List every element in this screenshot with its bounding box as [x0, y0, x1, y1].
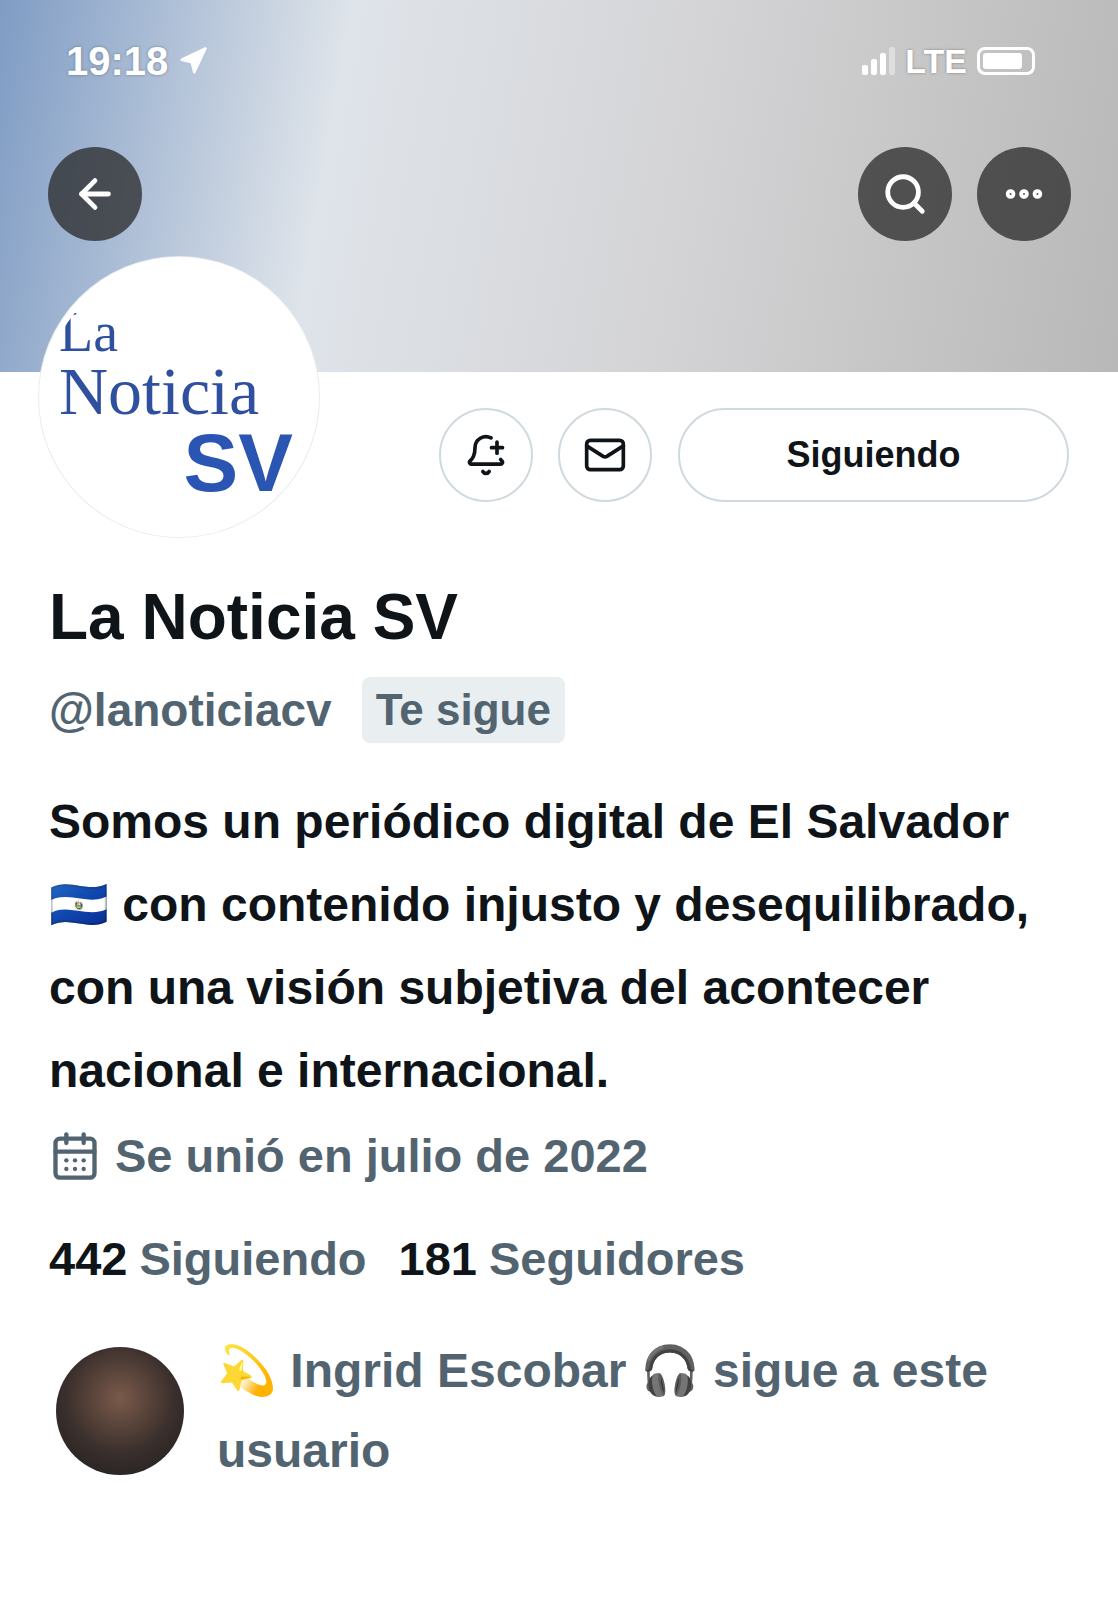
- profile-actions: Siguiendo: [439, 408, 1069, 502]
- banner-actions: [858, 147, 1071, 241]
- profile-avatar[interactable]: LaNoticiaSV: [39, 257, 319, 537]
- back-button[interactable]: [48, 147, 142, 241]
- joined-row: Se unió en julio de 2022: [49, 1126, 1078, 1186]
- status-right: LTE: [862, 42, 1035, 81]
- banner-nav: [48, 147, 1071, 241]
- more-button[interactable]: [977, 147, 1071, 241]
- follower-avatar: [56, 1347, 184, 1475]
- network-type: LTE: [905, 42, 967, 81]
- profile-handle: @lanoticiacv: [49, 681, 332, 739]
- stat-label: Siguiendo: [139, 1229, 366, 1289]
- mail-icon: [583, 433, 627, 477]
- status-bar: 19:18 LTE: [48, 40, 1071, 82]
- profile-top: LaNoticiaSV Siguiendo: [0, 257, 1118, 537]
- logo-line: Noticia: [59, 359, 299, 424]
- message-button[interactable]: [558, 408, 652, 502]
- logo-line: La: [59, 306, 299, 359]
- stat-count: 442: [49, 1229, 127, 1289]
- search-icon: [882, 171, 928, 217]
- signal-bar: [889, 47, 895, 75]
- profile-page: 19:18LTELaNoticiaSVSiguiendoLa Noticia S…: [0, 0, 1118, 1600]
- battery-fill: [983, 53, 1022, 69]
- arrow-left-icon: [72, 171, 118, 217]
- profile-bio: Somos un periódico digital de El Salvado…: [49, 780, 1078, 1112]
- logo-line: SV: [184, 424, 293, 502]
- signal-bar: [871, 59, 877, 75]
- profile-name: La Noticia SV: [49, 579, 1078, 656]
- calendar-icon: [49, 1130, 101, 1182]
- signal-icon: [862, 47, 895, 75]
- stat-count: 181: [399, 1229, 477, 1289]
- stat-link[interactable]: 442Siguiendo: [49, 1229, 367, 1289]
- followed-by[interactable]: 💫 Ingrid Escobar 🎧 sigue a este usuario: [49, 1331, 1078, 1491]
- handle-row: @lanoticiacv Te sigue: [49, 677, 1078, 743]
- bell-plus-icon: [464, 433, 508, 477]
- follows-you-badge: Te sigue: [362, 677, 565, 743]
- followed-by-text: 💫 Ingrid Escobar 🎧 sigue a este usuario: [217, 1331, 1038, 1491]
- profile-info: La Noticia SV @lanoticiacv Te sigue Somos u…: [0, 537, 1118, 1491]
- search-button[interactable]: [858, 147, 952, 241]
- stats-row: 442Siguiendo 181Seguidores: [49, 1229, 1078, 1289]
- stat-link[interactable]: 181Seguidores: [399, 1229, 745, 1289]
- location-icon: [178, 46, 208, 76]
- avatar-logo: LaNoticiaSV: [59, 306, 299, 502]
- follow-button[interactable]: Siguiendo: [678, 408, 1069, 502]
- stat-label: Seguidores: [489, 1229, 745, 1289]
- signal-bar: [862, 65, 868, 75]
- notify-button[interactable]: [439, 408, 533, 502]
- signal-bar: [880, 53, 886, 75]
- joined-date: Se unió en julio de 2022: [115, 1126, 648, 1186]
- status-time: 19:18: [66, 39, 168, 84]
- battery-icon: [977, 47, 1035, 75]
- more-icon: [1001, 171, 1047, 217]
- status-left: 19:18: [66, 39, 208, 84]
